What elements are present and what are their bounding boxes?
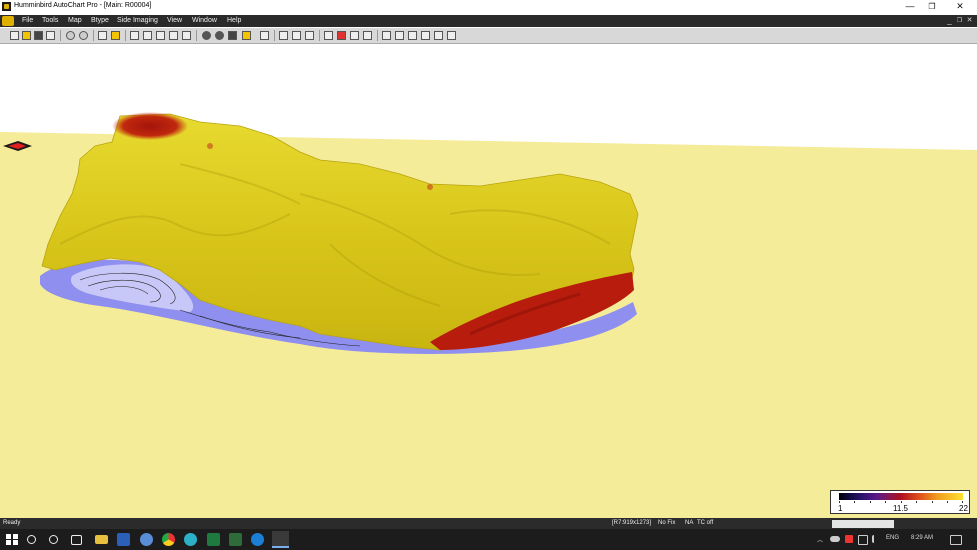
- window-title: Humminbird AutoChart Pro - [Main: R00004…: [14, 2, 152, 9]
- close-button[interactable]: ✕: [947, 0, 973, 13]
- menu-help[interactable]: Help: [227, 17, 241, 24]
- onedrive-icon[interactable]: [830, 536, 840, 542]
- legend-min-label: 1: [838, 504, 843, 513]
- clock[interactable]: 8:29 AM: [911, 535, 933, 541]
- shield-icon[interactable]: [292, 31, 301, 40]
- restore-button[interactable]: ❐: [919, 0, 945, 13]
- mark-icon[interactable]: [363, 31, 372, 40]
- menu-bar: File Tools Map Btype Side Imaging View W…: [0, 15, 977, 27]
- deep-zone-north: [112, 112, 188, 140]
- title-bar: Humminbird AutoChart Pro - [Main: R00004…: [0, 0, 977, 13]
- new-icon[interactable]: [10, 31, 19, 40]
- track-icon[interactable]: [156, 31, 165, 40]
- import-icon[interactable]: [169, 31, 178, 40]
- status-bar: Ready [R7:919x1273] No Fix NA TC off: [0, 518, 977, 529]
- mdi-close-button[interactable]: ✕: [965, 16, 974, 26]
- menu-map[interactable]: Map: [68, 17, 82, 24]
- mdi-restore-button[interactable]: ❐: [955, 16, 964, 26]
- cube-icon[interactable]: [242, 31, 251, 40]
- status-gps-fix: No Fix: [658, 520, 676, 526]
- grid-icon[interactable]: [382, 31, 391, 40]
- legend-mid-label: 11.5: [893, 504, 908, 513]
- square-icon[interactable]: [228, 31, 237, 40]
- zoom-out-icon[interactable]: [79, 31, 88, 40]
- menu-tools[interactable]: Tools: [42, 17, 58, 24]
- open-icon[interactable]: [22, 31, 31, 40]
- status-position: [R7:919x1273]: [612, 520, 652, 526]
- camera-icon[interactable]: [305, 31, 314, 40]
- document-icon[interactable]: [2, 16, 14, 26]
- waypoint-icon[interactable]: [143, 31, 152, 40]
- taskbar: ︿ ENG 8:29 AM: [0, 529, 977, 550]
- input-language[interactable]: ENG: [886, 535, 899, 541]
- word-icon[interactable]: [117, 533, 130, 546]
- tray-app-icon[interactable]: [845, 535, 853, 543]
- excel-icon[interactable]: [207, 533, 220, 546]
- palette-icon[interactable]: [337, 31, 346, 40]
- legend-max-label: 22: [959, 504, 968, 513]
- toolbar-separator: [93, 30, 94, 41]
- status-ready: Ready: [3, 520, 21, 526]
- home-icon[interactable]: [395, 31, 404, 40]
- save-icon[interactable]: [34, 31, 43, 40]
- notifications-icon[interactable]: [950, 535, 962, 545]
- app-green-icon[interactable]: [229, 533, 242, 546]
- volume-icon[interactable]: [872, 535, 881, 543]
- task-view-icon[interactable]: [71, 535, 82, 545]
- settings-icon[interactable]: [279, 31, 288, 40]
- route-icon[interactable]: [130, 31, 139, 40]
- windows-start-icon[interactable]: [5, 533, 18, 546]
- menu-file[interactable]: File: [22, 17, 33, 24]
- pin-icon[interactable]: [350, 31, 359, 40]
- zoom-in-icon[interactable]: [66, 31, 75, 40]
- status-na: NA: [685, 520, 694, 526]
- sphere-icon[interactable]: [215, 31, 224, 40]
- legend-color-bar: [839, 493, 963, 500]
- layers-icon[interactable]: [98, 31, 107, 40]
- autochart-taskbar-icon[interactable]: [272, 531, 289, 548]
- page-icon[interactable]: [260, 31, 269, 40]
- depth-legend: 1 11.5 22: [830, 490, 970, 514]
- app-cyan-icon[interactable]: [184, 533, 197, 546]
- print-icon[interactable]: [46, 31, 55, 40]
- boat-icon[interactable]: [408, 31, 417, 40]
- cortana-icon[interactable]: [49, 535, 58, 544]
- pen-icon[interactable]: [447, 31, 456, 40]
- edge-icon[interactable]: [251, 533, 264, 546]
- mdi-minimize-button[interactable]: _: [945, 16, 954, 26]
- map-view-3d[interactable]: [0, 44, 977, 518]
- app-logo-icon: [2, 2, 11, 11]
- chrome-icon[interactable]: [162, 533, 175, 546]
- toolbar-separator: [319, 30, 320, 41]
- toolbar-separator: [60, 30, 61, 41]
- toolbar-separator: [125, 30, 126, 41]
- file-explorer-icon[interactable]: [95, 535, 108, 544]
- toolbar-separator: [274, 30, 275, 41]
- menu-btype[interactable]: Btype: [91, 17, 109, 24]
- menu-view[interactable]: View: [167, 17, 182, 24]
- status-tc: TC off: [697, 520, 714, 526]
- toolbar-separator: [377, 30, 378, 41]
- tray-chevron-icon[interactable]: ︿: [817, 535, 823, 544]
- progress-bar: [832, 520, 894, 528]
- toolbar-separator: [196, 30, 197, 41]
- network-icon[interactable]: [858, 535, 868, 545]
- toolbar: [0, 28, 977, 44]
- menu-side-imaging[interactable]: Side Imaging: [117, 17, 158, 24]
- chart-icon[interactable]: [111, 31, 120, 40]
- fish-icon[interactable]: [434, 31, 443, 40]
- gear-icon[interactable]: [421, 31, 430, 40]
- export-icon[interactable]: [182, 31, 191, 40]
- circle-icon[interactable]: [202, 31, 211, 40]
- app-blue-icon[interactable]: [140, 533, 153, 546]
- menu-window[interactable]: Window: [192, 17, 217, 24]
- flag-icon[interactable]: [324, 31, 333, 40]
- terrain-canvas: [0, 112, 977, 518]
- search-icon[interactable]: [27, 535, 36, 544]
